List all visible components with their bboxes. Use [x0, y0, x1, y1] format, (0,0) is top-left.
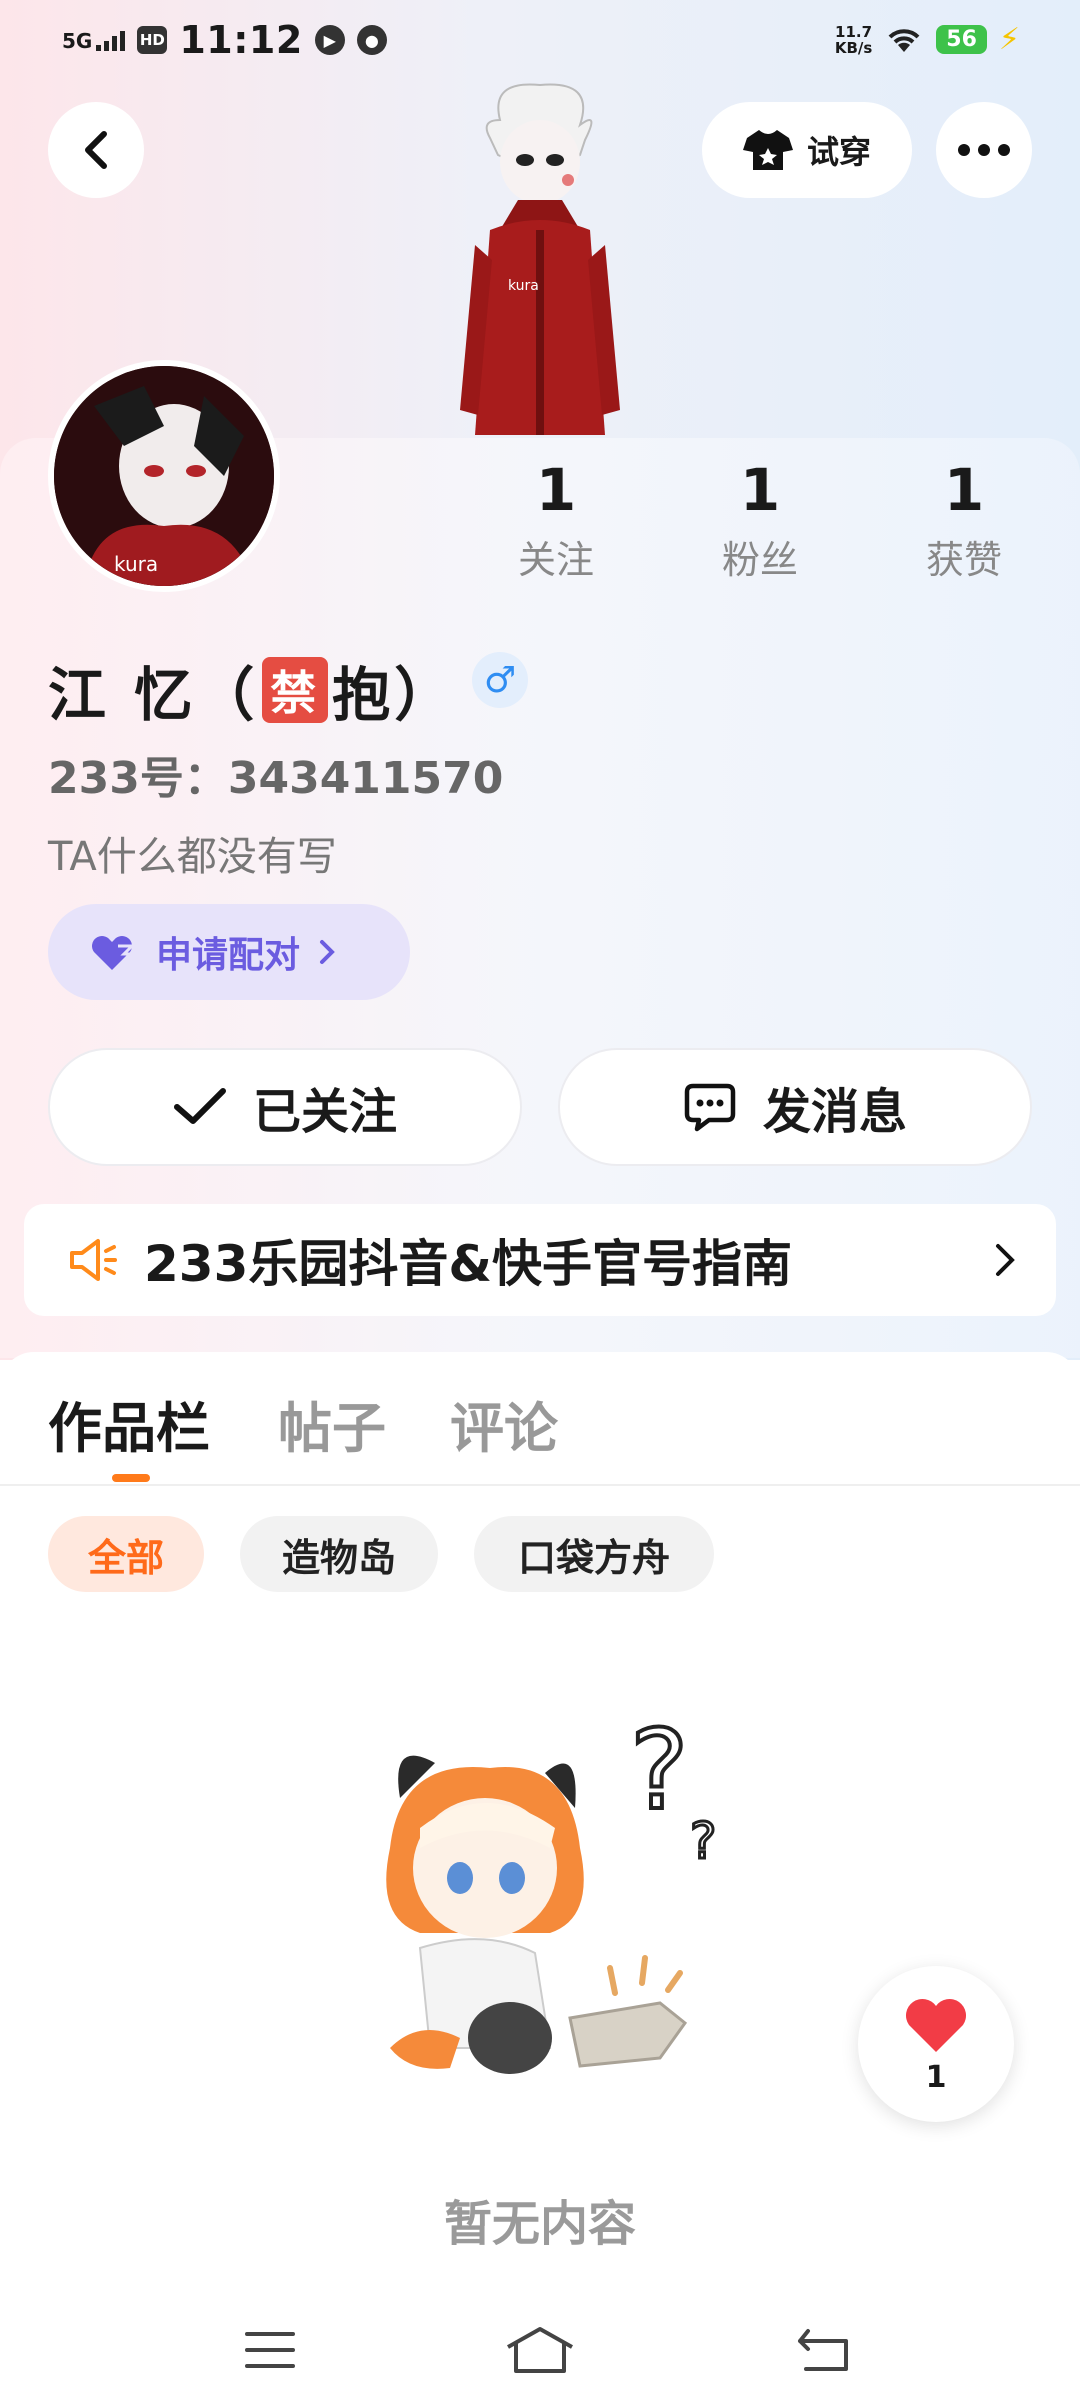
chat-bubble-icon: [684, 1083, 736, 1132]
clock: 11:12: [179, 18, 303, 62]
avatar-image: kura: [54, 366, 274, 586]
signal-indicator: 5G: [62, 29, 126, 53]
guide-text: 233乐园抖音&快手官号指南: [144, 1235, 792, 1293]
ban-emoji: 禁: [262, 657, 329, 723]
stat-following[interactable]: 1 关注: [486, 455, 626, 584]
battery-indicator: 56: [936, 25, 987, 54]
status-bar: 5G HD 11:12 ▶ ● 11.7 KB/s 56 ⚡: [0, 0, 1080, 82]
nickname-part2: 抱）: [332, 661, 457, 729]
tab-divider: [0, 1484, 1080, 1486]
system-navigation-bar: [0, 2300, 1080, 2400]
megaphone-icon: [70, 1239, 117, 1281]
nickname-part1: 江 忆（: [48, 661, 259, 729]
more-dots-icon: [958, 144, 1010, 156]
speed-value: 11.7: [835, 22, 873, 41]
stat-likes[interactable]: 1 获赞: [894, 455, 1034, 584]
chevron-left-icon: [85, 131, 107, 169]
stat-followers[interactable]: 1 粉丝: [690, 455, 830, 584]
request-pair-button[interactable]: 申请配对: [48, 904, 410, 1000]
male-gender-icon: ♂: [472, 652, 528, 708]
tab-comments[interactable]: 评论: [450, 1384, 558, 1463]
app-notification-icon: ▶: [314, 25, 345, 55]
home-icon: [507, 2327, 573, 2373]
network-type: 5G: [62, 29, 93, 53]
filter-creation-island[interactable]: 造物岛: [240, 1516, 438, 1592]
more-button[interactable]: [936, 102, 1032, 198]
send-message-label: 发消息: [762, 1084, 907, 1140]
hd-icon: HD: [137, 26, 168, 54]
user-avatar-character-illustration: kura: [460, 83, 620, 435]
following-count: 1: [535, 456, 577, 524]
user-id[interactable]: 233号：343411570: [48, 742, 503, 806]
try-on-label: 试穿: [806, 133, 871, 171]
tshirt-icon: [742, 130, 793, 170]
charging-icon: ⚡: [998, 22, 1020, 57]
bio: TA什么都没有写: [48, 834, 337, 880]
back-arrow-icon: [798, 2329, 848, 2371]
network-speed: 11.7 KB/s: [835, 24, 872, 56]
speed-unit: KB/s: [834, 38, 873, 57]
empty-state-illustration: ? ?: [386, 1718, 718, 2074]
wifi-icon: [888, 28, 920, 52]
signal-bars-icon: [96, 29, 126, 51]
chevron-right-icon: [996, 1244, 1015, 1276]
like-button[interactable]: 1: [858, 1966, 1014, 2122]
try-on-button[interactable]: 试穿: [702, 102, 912, 198]
followers-count: 1: [739, 456, 781, 524]
likes-count: 1: [943, 456, 985, 524]
chevron-right-icon: [320, 940, 335, 964]
menu-icon: [245, 2332, 295, 2368]
avatar[interactable]: kura: [48, 360, 280, 592]
send-message-button[interactable]: 发消息: [558, 1048, 1032, 1166]
likes-label: 获赞: [925, 538, 1002, 582]
official-guide-banner[interactable]: 233乐园抖音&快手官号指南: [24, 1204, 1056, 1316]
followers-label: 粉丝: [721, 538, 798, 582]
filter-all[interactable]: 全部: [48, 1516, 204, 1592]
filter-pocket-ark[interactable]: 口袋方舟: [474, 1516, 714, 1592]
svg-text:?: ?: [630, 1718, 688, 1834]
followed-label: 已关注: [252, 1084, 397, 1140]
back-nav-button[interactable]: [784, 2318, 864, 2382]
back-button[interactable]: [48, 102, 144, 198]
heart-icon: [905, 1998, 967, 2052]
home-nav-button[interactable]: [500, 2318, 580, 2382]
nickname: 江 忆（ 禁 抱）: [48, 648, 456, 732]
active-tab-indicator: [112, 1474, 150, 1482]
menu-nav-button[interactable]: [230, 2318, 310, 2382]
svg-text:kura: kura: [114, 552, 158, 576]
like-count: 1: [925, 2059, 947, 2095]
svg-text:?: ?: [690, 1812, 717, 1870]
svg-text:kura: kura: [508, 278, 539, 294]
tab-posts[interactable]: 帖子: [278, 1384, 386, 1463]
tab-works[interactable]: 作品栏: [48, 1384, 210, 1463]
following-label: 关注: [517, 538, 594, 582]
wechat-icon: ●: [356, 25, 387, 55]
heart-pair-icon: [92, 936, 136, 970]
followed-button[interactable]: 已关注: [48, 1048, 522, 1166]
empty-state-text: 暂无内容: [443, 2196, 636, 2252]
check-icon: [173, 1088, 226, 1124]
pair-label: 申请配对: [156, 935, 301, 976]
